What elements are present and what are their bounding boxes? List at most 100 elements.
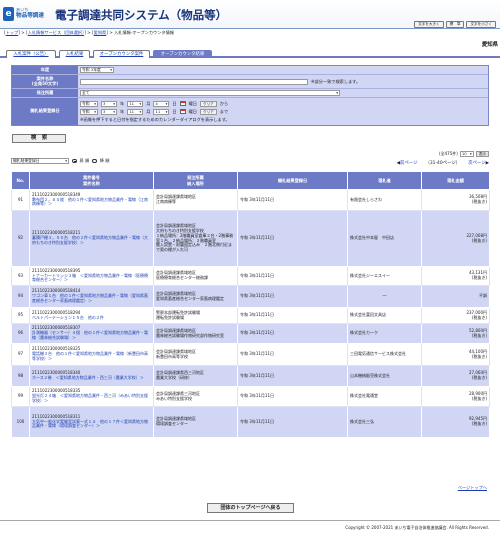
breadcrumb-top[interactable]: トップ [6,30,19,35]
row-case-link[interactable]: 敷布団２，６０枚 他の１件＜愛知県地方物品業件・電線（江南病棟等）＞ [32,197,148,207]
font-small-button[interactable]: 文字を小さく [466,21,496,28]
row-case-link[interactable]: ホース２巻 ＜愛知県地方物品業件・西三河（農業大学校）＞ [32,375,144,380]
from-day-select[interactable]: 4 [153,100,170,107]
tab-bid-notice[interactable]: 入札案件（公告） [6,50,56,58]
row-org: 会計局調達課県域地区 愛知県畜産総合センター家畜病理鑑定 [153,285,238,308]
row-no: 95 [11,307,30,324]
to-calendar-icon[interactable] [179,109,186,115]
to-era-select[interactable]: 令和 [80,108,98,115]
row-amount: 36,508円 (税抜き) [421,189,490,211]
site-header: e あいち 物品等調達 電子調達共同システム（物品等） 文字を大きく 標 準 文… [0,0,500,29]
table-row: 94 2111022300000518414 ワゴン車１台 他の１件＜愛知県地方物品… [11,285,490,308]
back-to-org-top-button[interactable]: 団体のトップページへ戻る [207,503,294,513]
row-winner: 有限会社しらさわ [347,189,422,211]
tab-open-counter[interactable]: オープンカウンタ案件 [93,50,150,58]
org-select[interactable]: 全て [80,90,340,96]
row-no: 99 [11,386,30,407]
sort-desc-label: 降 順 [99,158,110,164]
case-name-input[interactable] [80,78,308,85]
row-case: 2111022300000518395 トナーカートリッジ３箱 ＜愛知県地方物品業… [29,266,154,286]
row-winner: 株式会社ジーエスイー [347,266,422,286]
display-button[interactable]: 表示 [475,151,489,157]
row-tax-note: (税抜き) [471,237,487,243]
row-case: 2111022300000518414 ワゴン車１台 他の１件＜愛知県地方物品業件… [29,285,154,308]
to-year-select[interactable]: 3 [101,108,117,115]
aichi-logo[interactable]: e あいち 物品等調達 [3,7,49,24]
sort-asc-label: 昇 順 [79,158,90,164]
search-form: 年度 令和 3年度 案件名称(全角50文字) ※部分一致で検索します。 発注所属… [11,65,489,126]
tab-open-counter-result[interactable]: オープンカウンタ結果 [153,50,212,58]
result-count-controls: (全475件) 10 表示 [439,151,489,157]
row-no: 91 [11,189,30,211]
row-case-link[interactable]: 計測機器（センサー）４個 他の１件＜愛知県地方物品業件・電線（農林総合試験場）＞ [32,330,148,340]
to-day-select[interactable]: 11 [153,108,170,115]
row-date: 令和 3年11月11日 [237,343,348,366]
row-org: 会計局調達課県域地区 農林総合試験場作物研究部作物研究室 [153,323,238,344]
date-hint: ※画像を押下すると日付を指定するためのカレンダーダイアログを表示します。 [80,116,230,122]
result-count: (全475件) [439,150,458,156]
to-month-select[interactable]: 11 [127,108,144,115]
row-date: 令和 3年11月11日 [237,323,348,344]
font-standard-button[interactable]: 標 準 [445,21,465,28]
from-clear-button[interactable]: クリア [200,100,217,107]
row-case-link[interactable]: 電話機３台 他の１件＜愛知県地方物品業件・電線（新豊田市高等学校）＞ [32,351,148,361]
logo-bottom-text: 物品等調達 [16,13,44,19]
row-org: 会計局調達課県域地区 医療療育総合センター総務課 [153,266,238,286]
row-case: 2111022300000518335 蛍光灯２４箱 ＜愛知県地方物品業件・西三河… [29,386,154,407]
row-org: 警察本部運転免許試験場 運転免許試験場 [153,307,238,324]
from-calendar-icon[interactable] [179,101,186,107]
case-name-hint: ※部分一致で検索します。 [311,78,361,84]
sort-asc-radio[interactable] [72,158,77,164]
breadcrumb-org-select[interactable]: 入札情報サービス（団体選択） [28,30,85,35]
case-name-label: 案件名称 (全角50文字) [12,75,78,88]
year-label: 年度 [12,66,78,74]
from-month-select[interactable]: 11 [127,100,144,107]
to-clear-button[interactable]: クリア [200,108,217,115]
case-name-row: 案件名称 (全角50文字) ※部分一致で検索します。 [12,75,488,89]
row-case-link[interactable]: 大気中一般化学実験室試薬一式１４ 他の１７件＜愛知県地方物品業件・電線（環境調査… [32,419,148,429]
row-case: 2111022300000518211 蓄積戸棚３，５０台 他の２件＜愛知県地方物… [29,210,154,267]
table-row: 99 2111022300000518335 蛍光灯２４箱 ＜愛知県地方物品業件・西… [11,386,490,407]
row-no: 93 [11,266,30,286]
per-page-select[interactable]: 10 [459,151,474,157]
sort-desc-radio[interactable] [92,158,97,164]
table-row: 97 2111022300000518325 電話機３台 他の１件＜愛知県地方物品業… [11,343,490,366]
row-case-link[interactable]: 蓄積戸棚３，５０台 他の２件＜愛知県地方物品業件・電線（大府もちのき特別支援学校… [32,235,148,245]
from-year-select[interactable]: 3 [101,100,117,107]
row-case-link[interactable]: ベルトパーテーション１５台 他の２件 [32,315,104,320]
copyright-footer: Copyright © 2007-2021 あいち電子自治体推進協議会. All… [0,520,500,536]
year-select[interactable]: 令和 3年度 [80,67,114,73]
row-date: 令和 3年11月11日 [237,266,348,286]
row-date: 令和 3年11月11日 [237,285,348,308]
row-tax-note: (税抜き) [471,375,487,380]
table-row: 98 2111022300000518340 ホース２巻 ＜愛知県地方物品業件・西三… [11,365,490,387]
row-amount: 52,800円 (税抜き) [421,323,490,344]
from-era-select[interactable]: 令和 [80,100,98,107]
row-case-link[interactable]: 蛍光灯２４箱 ＜愛知県地方物品業件・西三河（みあい特別支援学校）＞ [32,393,148,403]
breadcrumb-pref[interactable]: 愛知県 [94,30,107,35]
row-case-link[interactable]: トナーカートリッジ３箱 ＜愛知県地方物品業件・電線（医療療育総合センター）＞ [32,273,148,283]
row-org: 会計局調達課県域地区 環境調査センター [153,406,238,438]
next-page-link[interactable]: 次ページ [468,161,485,166]
row-winner: 株式会社中本屋 中田店 [347,210,422,267]
row-amount: 27,060円 (税抜き) [421,365,490,387]
row-case: 2111022300000518349 敷布団２，６０枚 他の１件＜愛知県地方物品… [29,189,154,211]
row-case-link[interactable]: ワゴン車１台 他の１件＜愛知県地方物品業件・電線（愛知県畜産総合センター家畜病理… [32,293,148,303]
col-case: 案件番号 案件名称 [29,171,154,190]
row-winner: 株式会社カーク [347,323,422,344]
prev-page-link[interactable]: 前ページ [400,161,417,166]
year-row: 年度 令和 3年度 [12,66,488,75]
breadcrumb-current: 入札情報-オープンカウンタ情報 [114,30,174,35]
row-tax-note: (税抜き) [471,199,487,204]
table-row: 96 2111022300000518307 計測機器（センサー）４個 他の１件＜愛… [11,323,490,344]
logo-top-text: あいち [16,7,29,12]
row-no: 96 [11,323,30,344]
org-row: 発注所属 全て [12,89,488,98]
search-button[interactable]: 検 索 [12,134,66,143]
date-from: 令和 3年 11月 4日 曜日 クリア から [80,100,228,107]
page-top-link[interactable]: ページトップへ [458,485,487,490]
font-large-button[interactable]: 文字を大きく [414,21,444,28]
sort-select[interactable]: 開札結果登録日 [11,158,69,164]
tab-bid-result[interactable]: 入札結果 [59,50,90,58]
date-row: 開札結果登録日 令和 3年 11月 4日 曜日 クリア から 令和 3年 11月… [12,98,488,125]
